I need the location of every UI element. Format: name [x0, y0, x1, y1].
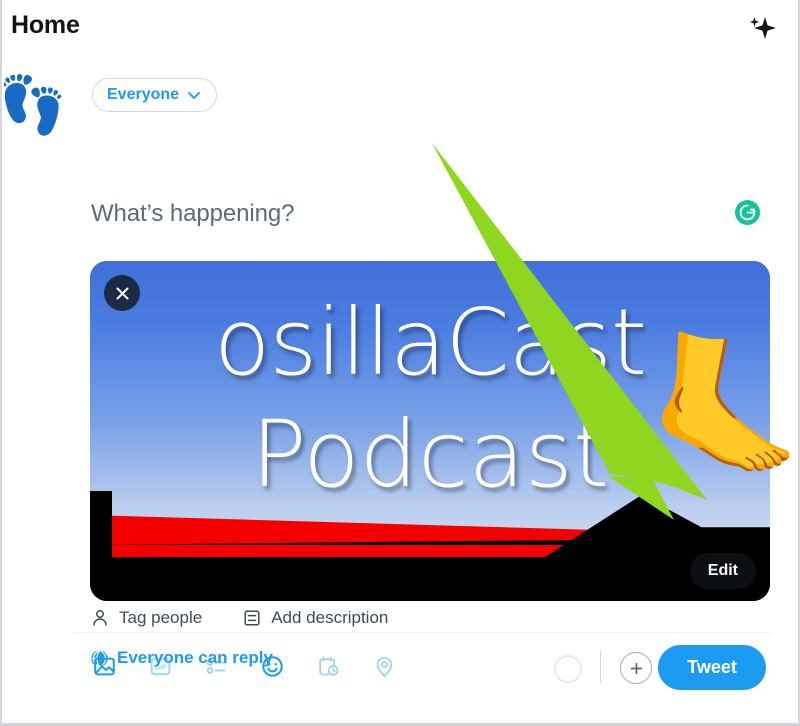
- character-count-ring: [554, 655, 582, 683]
- svg-text:GIF: GIF: [154, 662, 167, 671]
- schedule-icon[interactable]: [310, 648, 346, 684]
- emoji-icon[interactable]: [254, 648, 290, 684]
- add-description-label: Add description: [271, 608, 389, 627]
- audience-selector[interactable]: Everyone: [92, 78, 218, 112]
- tweet-button[interactable]: Tweet: [658, 645, 766, 690]
- grammarly-icon[interactable]: [735, 200, 760, 225]
- person-icon: [93, 610, 107, 626]
- close-icon: [116, 287, 128, 299]
- poll-icon[interactable]: [198, 648, 234, 684]
- app-window: Home 👣 Everyone What’s happening? osilla…: [0, 0, 800, 726]
- artwork-title-line2: Podcast: [251, 401, 609, 508]
- description-icon: [244, 610, 260, 626]
- avatar[interactable]: 👣: [4, 69, 76, 141]
- add-description-button[interactable]: Add description: [242, 608, 388, 628]
- media-actions: Tag people Add description: [90, 608, 388, 628]
- gif-icon[interactable]: GIF: [142, 648, 178, 684]
- edit-media-button[interactable]: Edit: [689, 553, 756, 589]
- location-icon[interactable]: [366, 648, 402, 684]
- sparkle-icon[interactable]: [739, 9, 781, 51]
- tweet-text-placeholder[interactable]: What’s happening?: [91, 200, 294, 228]
- audience-label: Everyone: [107, 86, 180, 103]
- edit-media-label: Edit: [707, 562, 738, 579]
- tag-people-button[interactable]: Tag people: [90, 608, 202, 628]
- tag-people-label: Tag people: [119, 608, 203, 627]
- podcast-artwork: osillaCast Podcast: [90, 261, 770, 601]
- toolbar-divider: [74, 632, 772, 633]
- page-title: Home: [11, 11, 80, 39]
- header-bar: Home: [2, 0, 798, 56]
- composer-tool-icons: GIF: [86, 648, 402, 684]
- avatar-emoji: 👣: [4, 73, 67, 136]
- artwork-title-line1: osillaCast: [214, 289, 647, 396]
- composer-toolbar: GIF Tweet: [2, 645, 798, 708]
- toolbar-separator: [600, 651, 601, 683]
- add-tweet-button[interactable]: [620, 652, 652, 684]
- chevron-down-icon: [188, 92, 200, 99]
- plus-icon: [630, 662, 642, 674]
- media-image-icon[interactable]: [86, 648, 122, 684]
- remove-media-button[interactable]: [104, 275, 140, 311]
- attached-media[interactable]: osillaCast Podcast Edit: [90, 261, 770, 601]
